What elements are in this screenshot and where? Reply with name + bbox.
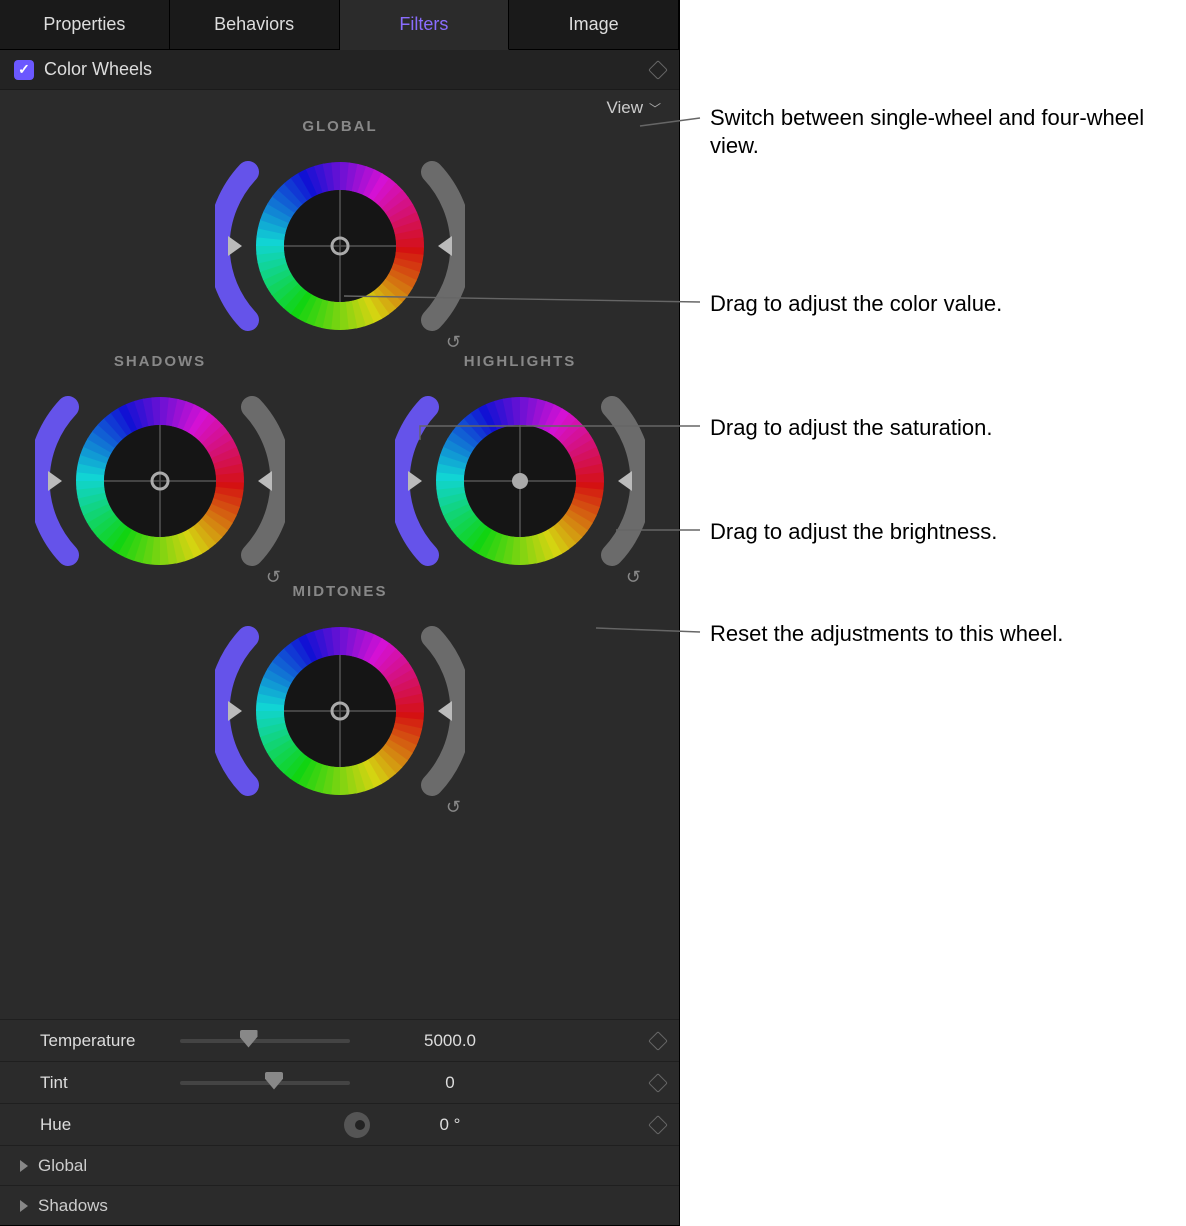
hue-dial[interactable] (180, 1112, 370, 1138)
reset-icon[interactable]: ↺ (446, 332, 461, 353)
disclosure-global[interactable]: Global (0, 1145, 679, 1185)
hue-dial-dot-icon (355, 1120, 365, 1130)
reset-icon[interactable]: ↺ (626, 567, 641, 588)
reset-icon[interactable]: ↺ (446, 797, 461, 818)
tint-label: Tint (40, 1073, 180, 1093)
color-wheel-highlights[interactable] (395, 374, 645, 584)
filter-section-header: ✓ Color Wheels (0, 50, 679, 90)
callout-view: Switch between single-wheel and four-whe… (710, 104, 1150, 159)
wheel-label-global: GLOBAL (215, 118, 465, 135)
disclosure-triangle-icon (20, 1160, 28, 1172)
disclosure-triangle-icon (20, 1200, 28, 1212)
wheel-label-shadows: SHADOWS (35, 353, 285, 370)
slider-thumb-icon[interactable] (265, 1072, 283, 1090)
keyframe-diamond-icon[interactable] (648, 1073, 668, 1093)
wheel-label-highlights: HIGHLIGHTS (395, 353, 645, 370)
disclosure-label: Global (38, 1156, 87, 1176)
color-wheel-shadows[interactable] (35, 374, 285, 584)
tab-properties[interactable]: Properties (0, 0, 170, 50)
callout-area: Switch between single-wheel and four-whe… (680, 0, 1186, 1226)
filter-title: Color Wheels (44, 59, 152, 80)
enable-checkbox[interactable]: ✓ (14, 60, 34, 80)
keyframe-diamond-icon[interactable] (648, 1115, 668, 1135)
callout-color: Drag to adjust the color value. (710, 290, 1002, 318)
inspector-panel: Properties Behaviors Filters Image ✓ Col… (0, 0, 680, 1226)
wheel-shadows[interactable]: SHADOWS ↺ (35, 353, 285, 584)
color-wheel-global[interactable] (215, 139, 465, 349)
tab-behaviors[interactable]: Behaviors (170, 0, 340, 50)
param-temperature: Temperature 5000.0 (0, 1019, 679, 1061)
param-tint: Tint 0 (0, 1061, 679, 1103)
temperature-slider[interactable] (180, 1039, 370, 1043)
callout-reset: Reset the adjustments to this wheel. (710, 620, 1063, 648)
tab-filters[interactable]: Filters (340, 0, 510, 50)
disclosure-label: Shadows (38, 1196, 108, 1216)
tab-bar: Properties Behaviors Filters Image (0, 0, 679, 50)
slider-thumb-icon[interactable] (240, 1030, 258, 1048)
callout-bright: Drag to adjust the brightness. (710, 518, 997, 546)
disclosure-shadows[interactable]: Shadows (0, 1185, 679, 1225)
keyframe-diamond-icon[interactable] (648, 60, 668, 80)
keyframe-diamond-icon[interactable] (648, 1031, 668, 1051)
wheel-label-midtones: MIDTONES (215, 583, 465, 600)
color-wheel-midtones[interactable] (215, 604, 465, 814)
wheel-highlights[interactable]: HIGHLIGHTS ↺ (395, 353, 645, 584)
callout-sat: Drag to adjust the saturation. (710, 414, 993, 442)
hue-label: Hue (40, 1115, 180, 1135)
temperature-value[interactable]: 5000.0 (370, 1031, 530, 1051)
param-hue: Hue 0 ° (0, 1103, 679, 1145)
wheel-global[interactable]: GLOBAL ↺ (215, 118, 465, 349)
hue-value[interactable]: 0 ° (370, 1115, 530, 1135)
view-menu[interactable]: View ﹀ (0, 90, 679, 118)
temperature-label: Temperature (40, 1031, 180, 1051)
tab-image[interactable]: Image (509, 0, 679, 50)
chevron-down-icon: ﹀ (649, 100, 661, 117)
view-menu-label: View (606, 98, 643, 118)
color-wheels-area: GLOBAL ↺ SHADOWS ↺ HIGHLIGHTS ↺ MIDTONES… (0, 118, 679, 1019)
tint-value[interactable]: 0 (370, 1073, 530, 1093)
tint-slider[interactable] (180, 1081, 370, 1085)
wheel-midtones[interactable]: MIDTONES ↺ (215, 583, 465, 814)
